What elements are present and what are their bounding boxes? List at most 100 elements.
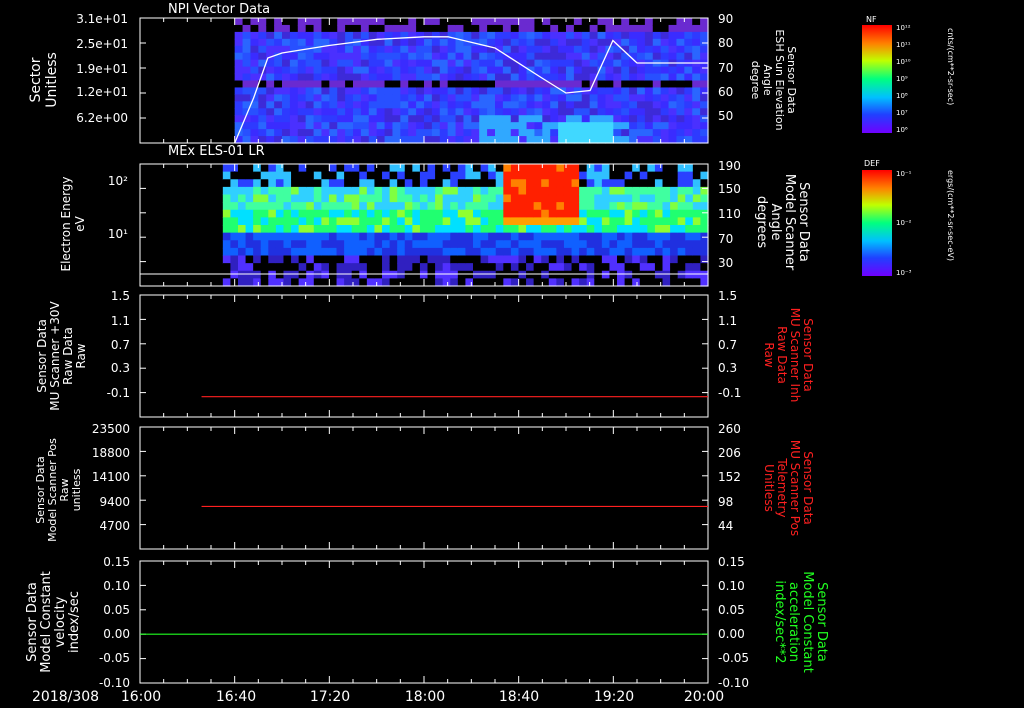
els-pixel [366, 278, 376, 287]
npi-pixel [479, 18, 488, 26]
npi-pixel [534, 108, 543, 116]
npi-pixel [274, 24, 283, 33]
els-pixel [495, 278, 504, 287]
npi-pixel [250, 73, 259, 82]
els-pixel [548, 255, 557, 264]
els-pixel [480, 255, 489, 264]
ylabel-left: MU Scanner +30V [48, 301, 62, 411]
npi-pixel [408, 108, 417, 116]
els-pixel [344, 179, 353, 188]
npi-pixel [234, 108, 244, 116]
npi-pixel [526, 101, 536, 109]
els-pixel [473, 217, 482, 226]
els-pixel [518, 263, 527, 272]
npi-pixel [360, 66, 370, 75]
els-pixel [366, 240, 376, 249]
npi-pixel [566, 24, 575, 33]
els-pixel [321, 263, 330, 272]
npi-pixel [558, 38, 567, 47]
els-pixel [260, 164, 269, 173]
npi-pixel [629, 59, 638, 68]
npi-pixel [313, 136, 323, 144]
npi-pixel [329, 45, 338, 54]
els-pixel [359, 194, 368, 203]
els-pixel [488, 270, 497, 279]
npi-pixel [313, 38, 323, 47]
npi-pixel [684, 136, 693, 144]
npi-pixel [700, 129, 709, 137]
els-pixel [541, 255, 550, 264]
els-pixel [670, 278, 679, 287]
els-pixel [465, 240, 474, 249]
els-pixel [617, 179, 626, 188]
els-pixel [374, 171, 383, 180]
els-pixel [419, 186, 429, 196]
els-pixel [685, 270, 694, 279]
npi-pixel [416, 108, 425, 116]
els-pixel [510, 171, 520, 180]
colorbar-tick: 10⁻³ [896, 269, 912, 277]
ylabel-right: Sensor Data [801, 318, 815, 392]
npi-pixel [542, 108, 551, 116]
npi-pixel [353, 59, 362, 68]
npi-pixel [337, 94, 346, 102]
ylabel-right: Unitless [762, 464, 776, 512]
els-pixel [579, 225, 588, 234]
els-pixel [541, 217, 550, 226]
els-pixel [237, 240, 247, 249]
els-pixel [397, 225, 406, 234]
npi-pixel [360, 101, 370, 109]
els-pixel [677, 217, 686, 226]
els-pixel [283, 278, 292, 287]
npi-pixel [463, 59, 472, 68]
els-pixel [230, 240, 239, 249]
npi-pixel [479, 24, 488, 33]
npi-pixel [668, 18, 678, 26]
npi-pixel [573, 52, 583, 61]
ytick-left: 6.2e+00 [76, 111, 128, 125]
els-pixel [601, 194, 611, 203]
els-pixel [313, 179, 322, 188]
els-pixel [351, 255, 360, 264]
els-pixel [260, 217, 269, 226]
ylabel-left: index/sec [67, 591, 82, 653]
els-pixel [601, 164, 611, 173]
npi-pixel [376, 24, 386, 33]
time-axis: 2018/308 16:00 16:40 17:20 18:00 18:40 1… [32, 689, 724, 705]
els-pixel [685, 263, 694, 272]
els-pixel [253, 247, 262, 257]
els-pixel [563, 164, 573, 173]
els-pixel [457, 232, 467, 241]
npi-pixel [471, 136, 480, 144]
npi-pixel [305, 52, 315, 61]
els-pixel [359, 270, 368, 279]
npi-pixel [621, 80, 630, 89]
els-pixel [245, 278, 254, 287]
ytick-right: 98 [718, 495, 733, 509]
els-pixel [359, 202, 368, 211]
npi-pixel [550, 136, 559, 144]
npi-pixel [447, 73, 457, 82]
npi-pixel [408, 59, 417, 68]
els-pixel [245, 263, 254, 272]
npi-pixel [597, 115, 607, 123]
npi-pixel [416, 136, 425, 144]
els-pixel [435, 202, 444, 211]
els-pixel [359, 217, 368, 226]
npi-pixel [455, 122, 465, 130]
npi-pixel [337, 101, 346, 109]
els-pixel [541, 240, 550, 249]
els-pixel [351, 202, 360, 211]
npi-pixel [360, 87, 370, 95]
npi-pixel [566, 108, 575, 116]
els-pixel [457, 270, 467, 279]
npi-pixel [629, 24, 638, 33]
els-pixel [579, 194, 588, 203]
npi-pixel [384, 122, 394, 130]
els-pixel [291, 232, 300, 241]
els-pixel [275, 232, 285, 241]
npi-pixel [384, 87, 394, 95]
npi-pixel [250, 24, 259, 33]
ylabel-right: degree [749, 61, 762, 100]
npi-pixel [510, 122, 520, 130]
